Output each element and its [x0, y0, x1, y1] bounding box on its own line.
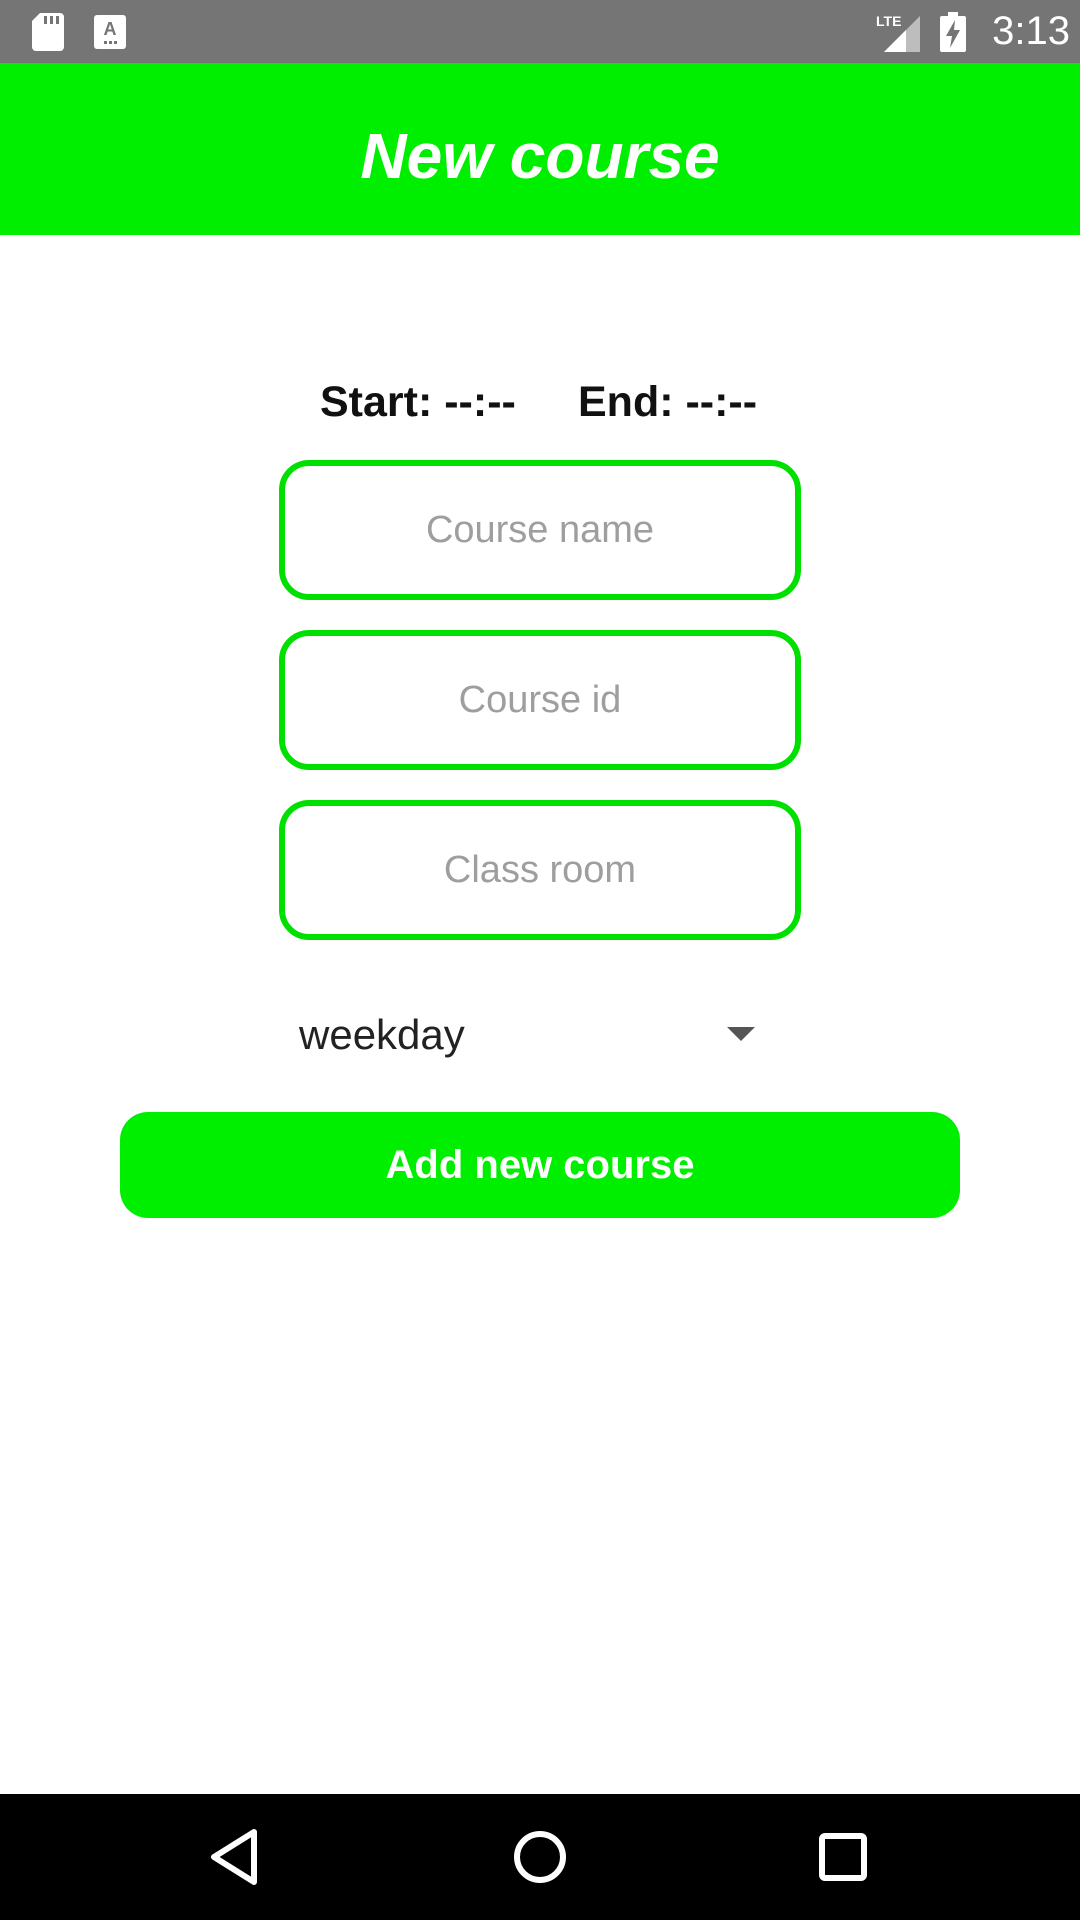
weekday-dropdown-value: weekday	[299, 1011, 465, 1058]
dropdown-arrow-icon	[727, 1027, 755, 1041]
start-time-label[interactable]: Start: --:--	[320, 372, 516, 432]
navigation-bar	[0, 1794, 1080, 1920]
status-clock: 3:13	[992, 9, 1070, 53]
class-room-field-container	[279, 800, 801, 940]
status-bar: A LTE 3:13	[0, 0, 1080, 63]
course-name-input[interactable]	[285, 466, 795, 594]
app-bar: New course	[0, 63, 1080, 235]
weekday-dropdown[interactable]: weekday	[279, 1000, 769, 1070]
battery-charging-icon	[940, 12, 966, 52]
back-icon[interactable]	[200, 1822, 270, 1892]
svg-text:A: A	[104, 19, 117, 39]
home-icon[interactable]	[505, 1822, 575, 1892]
course-id-field-container	[279, 630, 801, 770]
network-label: LTE	[876, 13, 901, 29]
lte-signal-icon: LTE	[876, 13, 920, 52]
add-course-button[interactable]: Add new course	[120, 1112, 960, 1218]
recents-icon[interactable]	[808, 1822, 878, 1892]
course-id-input[interactable]	[285, 636, 795, 764]
keyboard-icon: A	[94, 15, 126, 49]
sd-card-icon	[32, 13, 64, 51]
course-name-field-container	[279, 460, 801, 600]
screen: A LTE 3:13 New course Start: --:-- End: …	[0, 0, 1080, 1920]
page-title: New course	[360, 120, 720, 192]
end-time-label[interactable]: End: --:--	[578, 372, 757, 432]
class-room-input[interactable]	[285, 806, 795, 934]
